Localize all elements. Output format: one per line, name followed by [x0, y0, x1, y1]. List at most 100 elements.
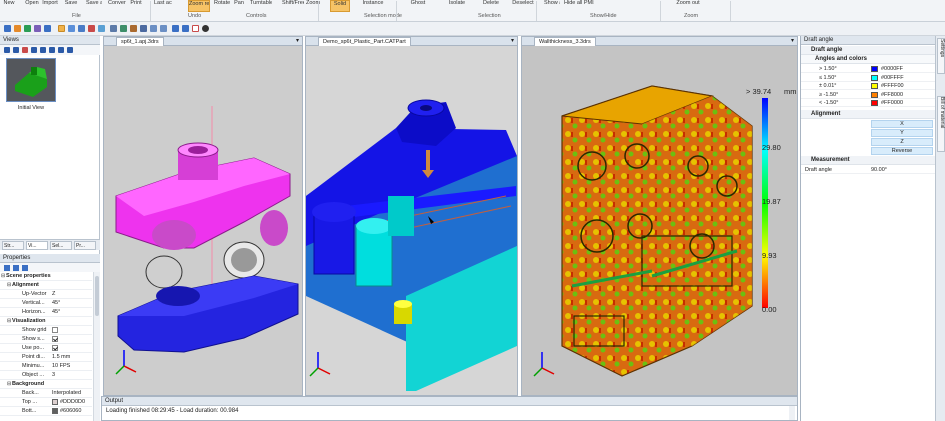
chevron-down-icon[interactable]: ▾: [791, 38, 794, 45]
angle-color-hex[interactable]: #0000FF: [881, 65, 931, 72]
collapse-icon[interactable]: ⊟: [7, 317, 11, 325]
initial-view-thumbnail[interactable]: [6, 58, 56, 102]
angle-color-swatch[interactable]: [871, 74, 878, 81]
cube-icon[interactable]: [78, 25, 85, 32]
explode-icon[interactable]: [130, 25, 137, 32]
tab-bill-of-material[interactable]: Bill of material: [937, 96, 945, 152]
ribbon-button-zoom-out[interactable]: Zoom out: [676, 0, 700, 12]
measure-icon[interactable]: [98, 25, 105, 32]
ribbon-button-ghost[interactable]: Ghost: [406, 0, 430, 12]
angle-color-hex[interactable]: #FFFF00: [881, 82, 931, 89]
ribbon-button-import[interactable]: Import: [42, 0, 58, 12]
view-next-icon[interactable]: [58, 47, 64, 53]
filter-icon[interactable]: [22, 265, 28, 271]
property-value[interactable]: Interpolated: [52, 389, 92, 397]
property-value[interactable]: #DDD0D0: [52, 398, 92, 406]
select-icon[interactable]: [68, 25, 75, 32]
frame-icon[interactable]: [192, 25, 199, 32]
angle-color-swatch[interactable]: [871, 83, 878, 89]
axis-button-y[interactable]: Y: [871, 129, 933, 137]
ribbon-button-last-actions[interactable]: Last actions: [154, 0, 172, 12]
ribbon-button-open[interactable]: Open: [24, 0, 40, 12]
transform-icon[interactable]: [110, 25, 117, 32]
property-row[interactable]: Vertical... 45°: [0, 299, 92, 308]
angle-row[interactable]: ± 0.01° #FFFF00: [801, 82, 936, 90]
chevron-down-icon[interactable]: ▾: [296, 38, 299, 45]
ribbon-button-solid[interactable]: Solid: [330, 0, 350, 12]
property-row[interactable]: Up-Vector Z: [0, 290, 92, 299]
section-icon[interactable]: [120, 25, 127, 32]
views-tab-2[interactable]: Sel...: [50, 241, 72, 250]
viewport-3-tab[interactable]: Wallthickness_3.3drs: [534, 37, 596, 46]
viewport-1-tab[interactable]: sp6t_1.apj.3drs: [116, 37, 164, 46]
property-row[interactable]: Show s...: [0, 335, 92, 344]
property-value[interactable]: #606060: [52, 407, 92, 415]
ribbon-button-delete[interactable]: Delete: [480, 0, 502, 12]
property-checkbox[interactable]: [52, 344, 58, 351]
redo-icon[interactable]: [182, 25, 189, 32]
view-list-icon[interactable]: [31, 47, 37, 53]
fit-icon[interactable]: [44, 25, 51, 32]
property-row[interactable]: Back... Interpolated: [0, 389, 92, 398]
alignment-section[interactable]: Alignment: [801, 110, 936, 119]
property-row[interactable]: Minimu... 10 FPS: [0, 362, 92, 371]
property-row[interactable]: ⊟ Scene properties: [0, 272, 92, 281]
property-row[interactable]: Horizon... 45°: [0, 308, 92, 317]
property-row[interactable]: Use po...: [0, 344, 92, 353]
cut-icon[interactable]: [88, 25, 95, 32]
angles-colors-section[interactable]: Angles and colors: [801, 55, 936, 64]
view-update-icon[interactable]: [13, 47, 19, 53]
property-row[interactable]: Top ... #DDD0D0: [0, 398, 92, 407]
sort-alpha-icon[interactable]: [13, 265, 19, 271]
axis-button-z[interactable]: Z: [871, 138, 933, 146]
angle-color-swatch[interactable]: [871, 100, 878, 106]
views-tab-3[interactable]: Pr...: [74, 241, 96, 250]
measurement-section[interactable]: Measurement: [801, 156, 936, 165]
draft-angle-section[interactable]: Draft angle: [801, 46, 936, 55]
ribbon-button-convert[interactable]: Convert: [108, 0, 126, 12]
angle-color-hex[interactable]: #FF0000: [881, 99, 931, 106]
angle-color-swatch[interactable]: [871, 91, 878, 98]
property-row[interactable]: ⊟ Alignment: [0, 281, 92, 290]
property-checkbox[interactable]: [52, 326, 58, 333]
bullet-icon[interactable]: [202, 25, 209, 32]
property-checkbox[interactable]: [52, 335, 58, 342]
property-row[interactable]: Bott... #606060: [0, 407, 92, 416]
align-icon[interactable]: [140, 25, 147, 32]
viewport-3-canvas[interactable]: > 39.74 mm 29.80 19.87 9.93 0.00: [522, 46, 797, 395]
view-delete-icon[interactable]: [22, 47, 28, 53]
zoom-icon[interactable]: [24, 25, 31, 32]
ribbon-button-rotate[interactable]: Rotate: [214, 0, 230, 12]
viewport-1-canvas[interactable]: [104, 46, 302, 395]
property-value[interactable]: Z: [52, 290, 92, 298]
axis-button-x[interactable]: X: [871, 120, 933, 128]
property-value[interactable]: 3: [52, 371, 92, 379]
back-icon[interactable]: [160, 25, 167, 32]
ribbon-button-pan[interactable]: Pan: [232, 0, 246, 12]
angle-row[interactable]: > 1.50° #0000FF: [801, 65, 936, 73]
property-row[interactable]: Object ... 3: [0, 371, 92, 380]
ribbon-button-save[interactable]: Save: [64, 0, 78, 12]
property-value[interactable]: 10 FPS: [52, 362, 92, 370]
ribbon-button-instance[interactable]: Instance: [360, 0, 386, 12]
angle-color-hex[interactable]: #FF8000: [881, 91, 931, 98]
property-value[interactable]: 1.5 mm: [52, 353, 92, 361]
views-tab-0[interactable]: Str...: [2, 241, 24, 250]
scrollbar-thumb[interactable]: [95, 276, 99, 316]
pan-icon[interactable]: [14, 25, 21, 32]
ribbon-button-zoom[interactable]: Zoom: [304, 0, 322, 12]
ribbon-button-new[interactable]: New: [2, 0, 16, 12]
view-settings-icon[interactable]: [67, 47, 73, 53]
angle-color-swatch[interactable]: [871, 66, 878, 72]
property-row[interactable]: ⊟ Visualization: [0, 317, 92, 326]
ribbon-button-print[interactable]: Print: [128, 0, 144, 12]
view-play-icon[interactable]: [49, 47, 55, 53]
ribbon-button-show-all[interactable]: Show all: [544, 0, 560, 12]
undo-icon[interactable]: [172, 25, 179, 32]
property-row[interactable]: Point di... 1.5 mm: [0, 353, 92, 362]
ribbon-button-deselect[interactable]: Deselect: [510, 0, 536, 12]
angle-row[interactable]: ≥ -1.50° #FF8000: [801, 91, 936, 99]
ribbon-button-isolate[interactable]: Isolate: [444, 0, 470, 12]
properties-scrollbar[interactable]: [93, 272, 100, 421]
color-swatch[interactable]: [52, 407, 58, 414]
